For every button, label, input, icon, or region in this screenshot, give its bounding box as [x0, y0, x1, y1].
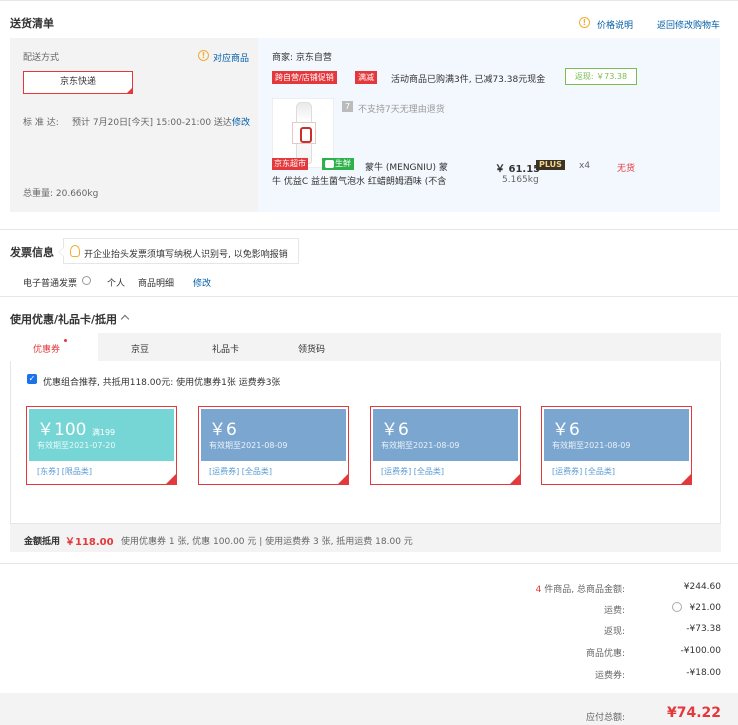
product-price: ￥ 61.15 — [495, 164, 541, 175]
tab-coupons[interactable]: 优惠券 — [33, 342, 60, 355]
no-return-icon: 7 — [342, 101, 353, 112]
divider — [0, 296, 738, 297]
standard-label: 标 准 达: — [23, 118, 59, 128]
tab-pickup-code[interactable]: 领货码 — [298, 342, 325, 355]
freight-value: ¥21.00 — [689, 603, 722, 613]
total-goods-value: ¥244.60 — [683, 582, 721, 592]
product-name-line2[interactable]: 牛 优益C 益生菌气泡水 红蜡朗姆酒味 (不含 — [272, 174, 446, 187]
tab-jd-beans[interactable]: 京豆 — [131, 342, 149, 355]
fresh-icon — [325, 159, 334, 168]
divider — [0, 563, 738, 564]
matching-items-link[interactable]: 对应商品 — [213, 51, 249, 64]
chevron-up-icon[interactable] — [120, 314, 130, 324]
coupon-validity: 有效期至2021-07-20 — [37, 441, 116, 450]
discount-tag: 满减 — [355, 71, 377, 84]
footer-label: 金额抵用 — [24, 537, 61, 547]
bulb-icon — [70, 245, 80, 257]
freight-label: 运费: — [603, 606, 625, 616]
tab-gift-card[interactable]: 礼品卡 — [212, 342, 239, 355]
coupon-validity: 有效期至2021-08-09 — [381, 441, 460, 450]
coupon-amount: ￥100 满199 — [37, 415, 115, 440]
invoice-tip-text: 开企业抬头发票须填写纳税人识别号, 以免影响报销 — [84, 250, 288, 260]
coupon-amount: ￥6 — [209, 420, 237, 440]
freight-coupon-label: 运费券: — [594, 671, 625, 681]
coupon-amount-value: ￥100 — [37, 420, 87, 440]
invoice-detail: 商品明细 — [138, 279, 175, 289]
payable-band — [0, 693, 738, 725]
coupon-card[interactable]: ￥6 有效期至2021-08-09 [运费券] [全品类] — [370, 406, 521, 485]
coupon-validity: 有效期至2021-08-09 — [552, 441, 631, 450]
delivery-title: 送货清单 — [10, 17, 54, 30]
recommend-checkbox[interactable]: ✓ — [27, 374, 37, 384]
coupon-card[interactable]: ￥6 有效期至2021-08-09 [运费券] [全品类] — [198, 406, 349, 485]
rebate-badge: 返现: ￥73.38 — [565, 68, 637, 85]
coupon-card[interactable]: ￥6 有效期至2021-08-09 [运费券] [全品类] — [541, 406, 692, 485]
invoice-holder: 个人 — [107, 279, 126, 289]
shipping-method-label: 配送方式 — [23, 53, 60, 63]
back-to-cart-link[interactable]: 返回修改购物车 — [657, 18, 720, 31]
discount-title: 使用优惠/礼品卡/抵用 — [10, 313, 118, 326]
invoice-tip: 开企业抬头发票须填写纳税人识别号, 以免影响报销 — [58, 238, 299, 264]
jd-supermarket-tag: 京东超市 — [272, 158, 308, 170]
merchant-name: 商家: 京东自营 — [272, 53, 332, 63]
modify-invoice-link[interactable]: 修改 — [193, 276, 211, 289]
standard-time: 预计 7月20日[今天] 15:00-21:00 送达 — [72, 118, 232, 128]
product-weight: 5.165kg — [502, 175, 539, 185]
divider — [0, 229, 738, 230]
goods-count: 4 — [535, 585, 542, 595]
goods-count-row: 4 件商品, 总商品金额: — [430, 582, 625, 595]
top-divider — [0, 0, 738, 1]
invoice-type-radio[interactable] — [82, 276, 91, 285]
bottle-label — [292, 122, 316, 144]
coupon-amount: ￥6 — [552, 420, 580, 440]
fresh-label: 生鲜 — [335, 159, 351, 168]
rebate-label: 返现: — [603, 627, 625, 637]
footer-amount: ￥118.00 — [65, 537, 114, 548]
plus-badge: PLUS — [536, 160, 565, 170]
price-note-link[interactable]: 价格说明 — [597, 18, 633, 31]
goods-discount-value: -¥100.00 — [680, 646, 721, 656]
rebate-value: -¥73.38 — [686, 624, 721, 634]
goods-discount-label: 商品优惠: — [585, 649, 625, 659]
coupon-category: [东券] [限品类] — [37, 467, 93, 476]
promo-text: 活动商品已购满3件, 已减73.38元现金 — [391, 75, 546, 85]
stock-status: 无货 — [617, 164, 636, 174]
coupon-condition: 满199 — [91, 428, 116, 437]
recommend-text: 优惠组合推荐, 共抵用118.00元: 使用优惠券1张 运费券3张 — [43, 378, 281, 388]
info-icon: ! — [198, 50, 209, 61]
footer-detail: 使用优惠券 1 张, 优惠 100.00 元 | 使用运费券 3 张, 抵用运费… — [121, 537, 413, 547]
invoice-type: 电子普通发票 — [23, 279, 78, 289]
goods-count-label: 件商品, 总商品金额: — [544, 585, 625, 595]
coupon-amount: ￥6 — [381, 420, 409, 440]
coupon-validity: 有效期至2021-08-09 — [209, 441, 288, 450]
fresh-tag: 生鲜 — [322, 158, 354, 170]
coupon-category: [运费券] [全品类] — [381, 467, 445, 476]
modify-delivery-link[interactable]: 修改 — [232, 115, 250, 128]
promo-tag: 跨自营/店铺促销 — [272, 71, 337, 84]
payable-value: ¥74.22 — [666, 705, 721, 721]
product-quantity: x4 — [579, 161, 591, 171]
payable-label: 应付总额: — [585, 713, 625, 723]
info-icon: ! — [579, 17, 590, 28]
invoice-title: 发票信息 — [10, 246, 54, 259]
coupon-category: [运费券] [全品类] — [209, 467, 273, 476]
product-name-line1[interactable]: 蒙牛 (MENGNIU) 蒙 — [365, 160, 448, 173]
no-return-text: 不支持7天无理由退货 — [358, 105, 445, 115]
coupon-card[interactable]: ￥100 满199 有效期至2021-07-20 [东券] [限品类] — [26, 406, 177, 485]
express-option-button[interactable]: 京东快递 — [23, 71, 133, 94]
coupon-category: [运费券] [全品类] — [552, 467, 616, 476]
tab-dot — [64, 339, 67, 342]
freight-coupon-value: -¥18.00 — [686, 668, 721, 678]
discount-tabs — [10, 333, 721, 361]
total-weight: 总重量: 20.660kg — [23, 189, 99, 199]
